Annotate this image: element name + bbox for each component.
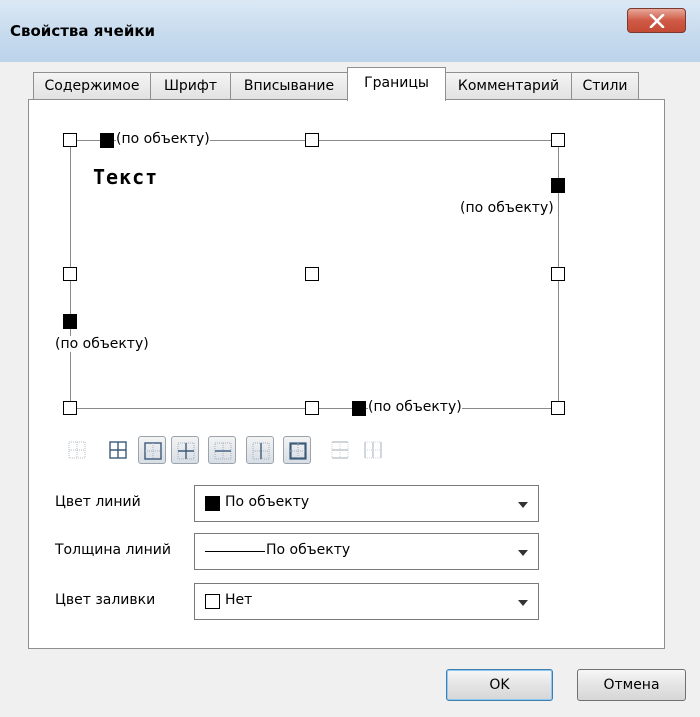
left-border-label: (по объекту) [55,336,149,352]
left-border-color-swatch[interactable] [63,314,77,329]
fill-color-label: Цвет заливки [55,592,156,608]
preset-outer-borders[interactable] [138,436,166,464]
chevron-down-icon [518,550,528,556]
corner-bottom-right-handle[interactable] [551,401,565,415]
top-border-label: (по объекту) [116,131,210,147]
bottom-border-color-swatch[interactable] [352,401,366,416]
border-preview: (по объекту) (по объекту) (по объекту) (… [0,0,700,717]
sample-text: Текст [93,165,159,189]
outer-borders-icon [144,442,162,460]
line-width-value: По объекту [266,542,351,558]
line-color-value: По объекту [225,494,310,510]
bottom-border-label: (по объекту) [368,399,462,415]
inner-horizontal-icon [214,442,232,460]
center-handle[interactable] [305,267,319,281]
preset-inner-borders[interactable] [171,436,199,464]
right-border-label: (по объекту) [460,200,554,216]
right-border-color-swatch[interactable] [551,178,565,193]
all-borders-icon [109,441,127,459]
inner-vertical-icon [252,442,270,460]
line-width-sample [205,551,265,552]
preset-all-borders[interactable] [104,436,132,464]
horizontal-borders-icon [331,441,349,459]
no-borders-icon [68,441,86,459]
left-middle-handle[interactable] [63,267,77,281]
corner-top-left-handle[interactable] [63,133,77,147]
cell-properties-dialog: Свойства ячейки Содержимое Шрифт Вписыва… [0,0,700,717]
line-width-dropdown[interactable]: По объекту [194,533,539,570]
preset-outer-thick[interactable] [283,436,311,464]
chevron-down-icon [518,600,528,606]
line-color-label: Цвет линий [55,494,141,510]
corner-top-right-handle[interactable] [551,133,565,147]
top-middle-handle[interactable] [305,133,319,147]
outer-thick-icon [289,442,307,460]
line-color-swatch [205,496,220,511]
fill-color-value: Нет [225,592,253,608]
vertical-borders-icon [364,441,382,459]
bottom-middle-handle[interactable] [305,401,319,415]
right-middle-handle[interactable] [551,267,565,281]
fill-color-swatch [205,594,220,609]
line-color-dropdown[interactable]: По объекту [194,485,539,522]
preset-inner-vertical[interactable] [246,436,274,464]
preset-horizontal-borders[interactable] [326,436,354,464]
inner-borders-icon [177,442,195,460]
corner-bottom-left-handle[interactable] [63,401,77,415]
top-border-color-swatch[interactable] [100,133,114,148]
line-width-label: Толщина линий [55,542,171,558]
chevron-down-icon [518,502,528,508]
preset-no-borders[interactable] [63,436,91,464]
fill-color-dropdown[interactable]: Нет [194,583,539,620]
preset-vertical-borders[interactable] [359,436,387,464]
preset-inner-horizontal[interactable] [208,436,236,464]
